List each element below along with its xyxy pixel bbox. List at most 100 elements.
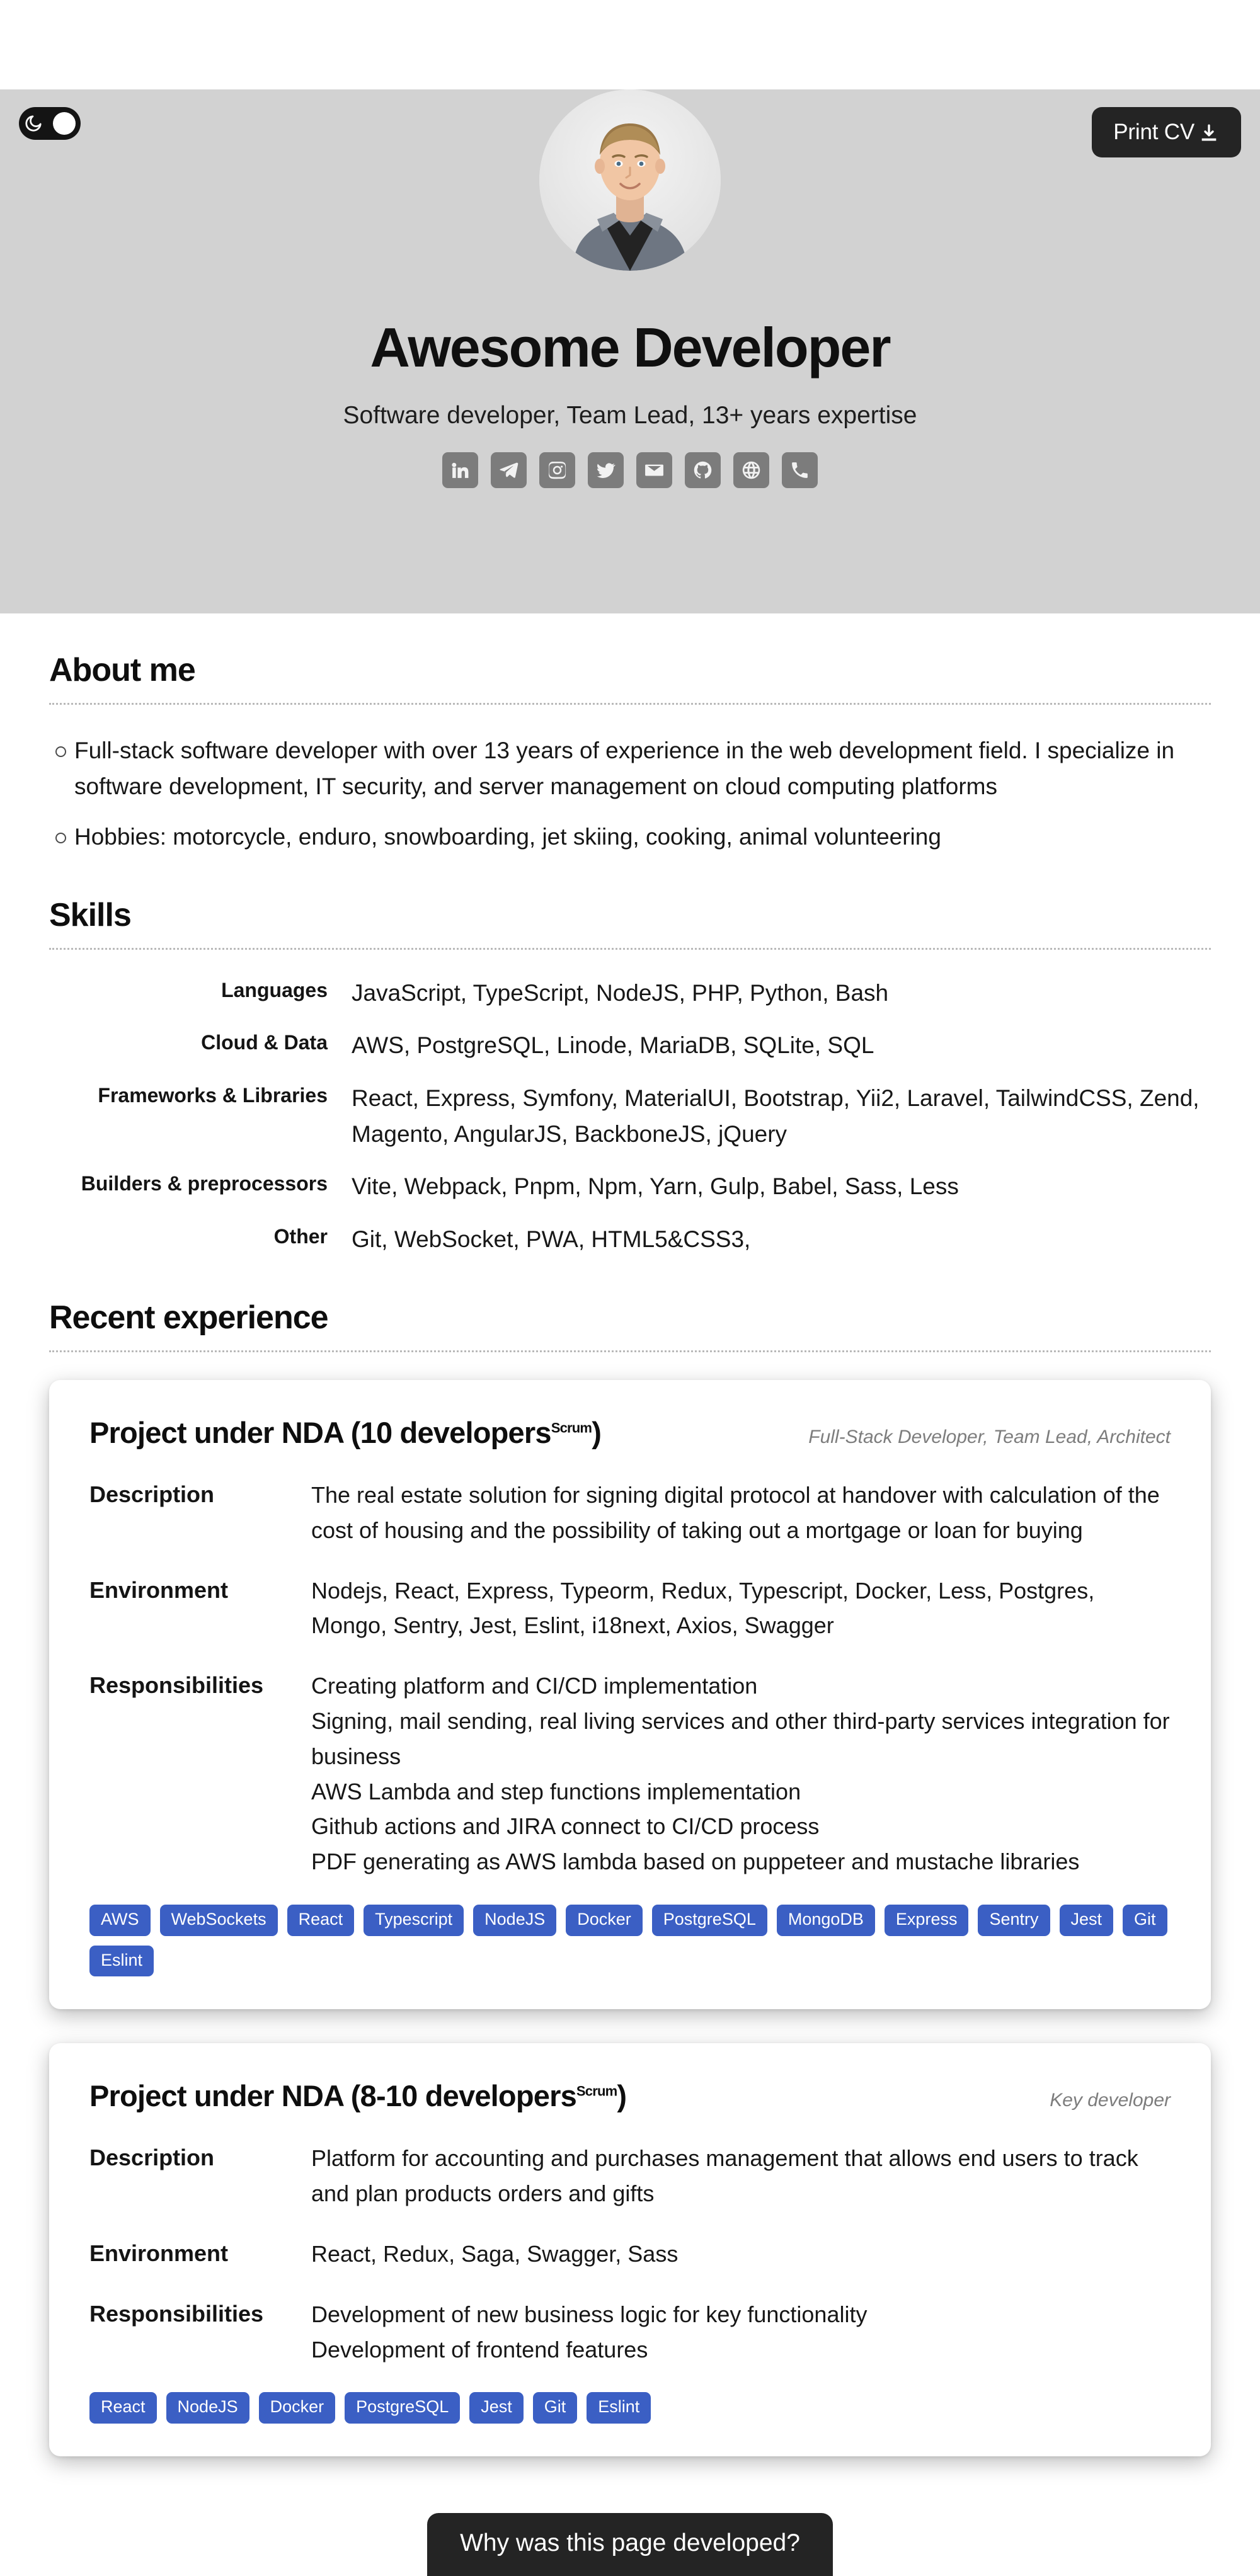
skill-label: Cloud & Data <box>201 1031 328 1054</box>
tech-tag[interactable]: Jest <box>469 2392 524 2424</box>
print-cv-label: Print CV <box>1113 120 1194 144</box>
project-title-text: Project under NDA (8-10 developers <box>89 2079 577 2113</box>
responsibilities-label: Responsibilities <box>89 2300 264 2327</box>
github-icon[interactable] <box>685 452 721 488</box>
description-label: Description <box>89 1481 215 1508</box>
responsibilities-value: Development of new business logic for ke… <box>311 2297 1171 2368</box>
responsibility-line: Development of frontend features <box>311 2336 648 2362</box>
linkedin-icon[interactable] <box>442 452 478 488</box>
tech-tag[interactable]: MongoDB <box>776 1905 875 1936</box>
telegram-icon[interactable] <box>491 452 527 488</box>
why-developed-button[interactable]: Why was this page developed? <box>427 2513 833 2576</box>
environment-label: Environment <box>89 1576 229 1603</box>
skill-label: Frameworks & Libraries <box>98 1083 328 1107</box>
skill-label: Other <box>273 1224 328 1248</box>
cv-page: Print CV Awesome Developer Software deve… <box>0 0 1260 2576</box>
project-title-close: ) <box>592 1416 602 1450</box>
tech-tag[interactable]: PostgreSQL <box>345 2392 461 2424</box>
table-row: Other Git, WebSocket, PWA, HTML5&CSS3, <box>49 1221 1211 1274</box>
moon-icon <box>24 114 43 133</box>
responsibility-line: Development of new business logic for ke… <box>311 2301 868 2327</box>
table-row: Cloud & Data AWS, PostgreSQL, Linode, Ma… <box>49 1027 1211 1080</box>
tech-tag[interactable]: Eslint <box>89 1945 154 1977</box>
environment-value: Nodejs, React, Express, Typeorm, Redux, … <box>311 1577 1095 1639</box>
environment-value: React, Redux, Saga, Swagger, Sass <box>311 2241 679 2267</box>
project-title-text: Project under NDA (10 developers <box>89 1416 552 1450</box>
tech-tags: AWS WebSockets React Typescript NodeJS Docker… <box>89 1905 1171 1977</box>
experience-cards: Project under NDA (10 developersScrum) Fu… <box>49 1380 1211 2457</box>
project-title: Project under NDA (10 developersScrum) <box>89 1415 602 1450</box>
skill-value: JavaScript, TypeScript, NodeJS, PHP, Pyt… <box>352 980 889 1006</box>
about-list: Full-stack software developer with over … <box>49 732 1211 855</box>
tech-tag[interactable]: React <box>89 2392 157 2424</box>
about-divider <box>49 703 1211 705</box>
page-subtitle: Software developer, Team Lead, 13+ years… <box>343 402 917 429</box>
skills-section: Skills Languages JavaScript, TypeScript,… <box>49 869 1211 1274</box>
experience-card: Project under NDA (10 developersScrum) Fu… <box>49 1380 1211 2010</box>
tech-tag[interactable]: NodeJS <box>166 2392 249 2424</box>
instagram-icon[interactable] <box>539 452 575 488</box>
experience-card: Project under NDA (8-10 developersScrum)… <box>49 2043 1211 2457</box>
description-value: Platform for accounting and purchases ma… <box>311 2145 1138 2207</box>
globe-icon[interactable] <box>733 452 769 488</box>
list-item: Full-stack software developer with over … <box>49 732 1211 805</box>
experience-row: Description The real estate solution for … <box>89 1478 1171 1548</box>
responsibility-line: Signing, mail sending, real living servi… <box>311 1708 1170 1769</box>
twitter-icon[interactable] <box>588 452 624 488</box>
email-icon[interactable] <box>636 452 672 488</box>
description-label: Description <box>89 2145 215 2171</box>
responsibilities-value: Creating platform and CI/CD implementati… <box>311 1668 1171 1879</box>
project-title-close: ) <box>617 2079 627 2113</box>
environment-label: Environment <box>89 2240 229 2267</box>
experience-row: Environment React, Redux, Saga, Swagger, … <box>89 2237 1171 2272</box>
tech-tag[interactable]: PostgreSQL <box>651 1905 767 1936</box>
project-methodology-badge: Scrum <box>551 1420 592 1436</box>
experience-section: Recent experience Project under NDA (10 … <box>49 1274 1211 2457</box>
tech-tag[interactable]: Sentry <box>978 1905 1050 1936</box>
about-title: About me <box>49 652 196 688</box>
list-item: Hobbies: motorcycle, enduro, snowboardin… <box>49 819 1211 855</box>
responsibility-line: Creating platform and CI/CD implementati… <box>311 1673 758 1699</box>
skill-value: Vite, Webpack, Pnpm, Npm, Yarn, Gulp, Ba… <box>352 1173 959 1200</box>
table-row: Languages JavaScript, TypeScript, NodeJS… <box>49 975 1211 1027</box>
table-row: Builders & preprocessors Vite, Webpack, … <box>49 1168 1211 1221</box>
tech-tag[interactable]: Docker <box>566 1905 643 1936</box>
tech-tag[interactable]: WebSockets <box>159 1905 278 1936</box>
print-cv-button[interactable]: Print CV <box>1092 107 1241 157</box>
experience-divider <box>49 1350 1211 1353</box>
skills-title: Skills <box>49 897 132 934</box>
tech-tag[interactable]: Express <box>884 1905 969 1936</box>
experience-row: Description Platform for accounting and p… <box>89 2141 1171 2211</box>
tech-tag[interactable]: AWS <box>89 1905 151 1936</box>
experience-card-header: Project under NDA (8-10 developersScrum)… <box>89 2078 1171 2113</box>
project-role: Full-Stack Developer, Team Lead, Archite… <box>808 1427 1171 1448</box>
tech-tag[interactable]: Jest <box>1059 1905 1114 1936</box>
skill-value: Git, WebSocket, PWA, HTML5&CSS3, <box>352 1226 751 1252</box>
project-methodology-badge: Scrum <box>576 2083 617 2099</box>
skills-divider <box>49 948 1211 950</box>
download-icon <box>1198 123 1220 144</box>
social-links <box>0 452 1260 488</box>
tech-tag[interactable]: React <box>287 1905 355 1936</box>
skill-label: Builders & preprocessors <box>81 1172 328 1195</box>
experience-title: Recent experience <box>49 1299 329 1336</box>
dark-mode-toggle[interactable] <box>19 107 81 140</box>
tech-tag[interactable]: Docker <box>258 2392 336 2424</box>
about-section: About me Full-stack software developer w… <box>49 613 1211 855</box>
tech-tag[interactable]: Typescript <box>364 1905 464 1936</box>
phone-icon[interactable] <box>782 452 818 488</box>
tech-tags: React NodeJS Docker PostgreSQL Jest Git Eslint <box>89 2392 1171 2424</box>
toggle-knob <box>53 112 76 135</box>
tech-tag[interactable]: Eslint <box>587 2392 651 2424</box>
skill-value: React, Express, Symfony, MaterialUI, Boo… <box>352 1085 1200 1148</box>
tech-tag[interactable]: Git <box>1123 1905 1167 1936</box>
project-title: Project under NDA (8-10 developersScrum) <box>89 2078 627 2113</box>
avatar <box>539 89 721 271</box>
responsibility-line: AWS Lambda and step functions implementa… <box>311 1778 801 1804</box>
tech-tag[interactable]: NodeJS <box>473 1905 557 1936</box>
skill-value: AWS, PostgreSQL, Linode, MariaDB, SQLite… <box>352 1032 874 1059</box>
skill-label: Languages <box>221 979 328 1002</box>
responsibilities-label: Responsibilities <box>89 1672 264 1699</box>
experience-row: Responsibilities Development of new busin… <box>89 2297 1171 2368</box>
tech-tag[interactable]: Git <box>532 2392 578 2424</box>
